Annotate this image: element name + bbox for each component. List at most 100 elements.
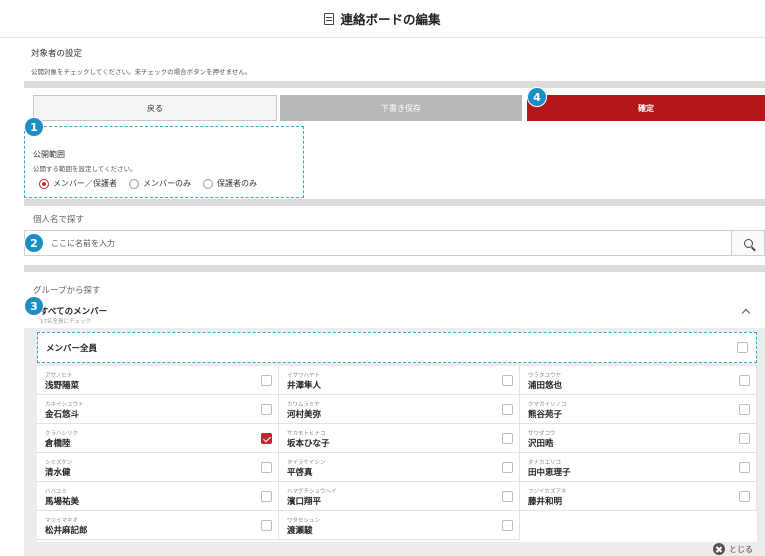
scope-option-guardians-only[interactable]: 保護者のみ [203, 178, 257, 189]
member-name: 藤井和明 [528, 497, 563, 507]
search-icon [743, 238, 753, 248]
scope-option-members-guardians[interactable]: メンバー／保護者 [39, 178, 117, 189]
member-kana: ハマグチショウヘイ [287, 489, 337, 495]
member-cell[interactable]: サカモトヒナコ 坂本ひな子 [279, 424, 520, 453]
target-settings-title: 対象者の設定 [31, 49, 83, 59]
member-checkbox[interactable] [502, 375, 513, 386]
member-kana: ワタセシュン [287, 518, 321, 524]
member-cell[interactable]: ババユミ 馬場祐美 [37, 482, 279, 511]
member-kana: マツイマキオ [45, 518, 79, 524]
member-cell[interactable]: シミズケン 清水健 [37, 453, 279, 482]
member-cell[interactable]: クラハシリク 倉橋陸 [37, 424, 279, 453]
search-by-name-label: 個人名で探す [33, 215, 85, 225]
member-kana: カワムラミヤ [287, 402, 320, 408]
select-all-members-row[interactable]: メンバー全員 [37, 332, 757, 363]
member-name: 沢田晧 [528, 439, 554, 449]
member-cell[interactable]: マツイマキオ松井麻記郎 [37, 511, 279, 540]
member-kana: ウラタユウヤ [528, 373, 562, 379]
member-kana: アサノヒナ [45, 373, 73, 379]
member-checkbox[interactable] [739, 491, 750, 502]
search-by-group-label: グループから探す [33, 286, 101, 296]
select-all-label: メンバー全員 [46, 344, 98, 354]
member-checkbox[interactable] [739, 462, 750, 473]
member-cell[interactable]: カネイシユウト金石悠斗 [37, 395, 279, 424]
name-search: ここに名前を入力 [24, 230, 765, 256]
member-cell[interactable]: サワダコウ 沢田晧 [520, 424, 757, 453]
member-checkbox[interactable] [261, 375, 272, 386]
step-badge-4: 4 [527, 87, 547, 107]
member-checkbox[interactable] [739, 375, 750, 386]
member-checkbox[interactable] [261, 520, 272, 531]
member-kana: シミズケン [45, 460, 73, 466]
member-name: 清水健 [45, 468, 71, 478]
scope-option-members-only[interactable]: メンバーのみ [129, 178, 191, 189]
back-button[interactable]: 戻る [33, 95, 277, 121]
close-link[interactable]: とじる [713, 543, 753, 555]
member-kana: クラハシリク [45, 431, 78, 437]
select-all-checkbox[interactable] [737, 342, 748, 353]
member-cell[interactable]: ワタセシュン 渡瀬駿 [279, 511, 520, 540]
member-name: 馬場祐美 [45, 497, 80, 507]
chevron-up-icon[interactable] [741, 308, 751, 318]
member-checkbox[interactable] [502, 462, 513, 473]
member-kana: サカモトヒナコ [287, 431, 326, 437]
member-checkbox[interactable] [261, 462, 272, 473]
confirm-button[interactable]: 確定 [527, 95, 765, 121]
step-badge-2: 2 [24, 233, 44, 253]
member-name: 倉橋陸 [45, 439, 71, 449]
member-cell[interactable]: ハマグチショウヘイ濱口翔平 [279, 482, 520, 511]
radio-button[interactable] [39, 178, 49, 189]
member-checkbox[interactable] [261, 491, 272, 502]
publish-scope-section: 公開範囲 公開する範囲を設定してください。 メンバー／保護者 メンバーのみ 保護… [24, 126, 304, 198]
member-name: 熊谷苑子 [528, 410, 563, 420]
member-kana: フジイカズアキ [528, 489, 567, 495]
member-kana: ババユミ [45, 489, 68, 495]
radio-button[interactable] [129, 178, 139, 189]
close-label: とじる [729, 544, 753, 554]
member-name: 金石悠斗 [45, 410, 80, 420]
member-cell[interactable]: カワムラミヤ河村美弥 [279, 395, 520, 424]
search-button[interactable] [732, 230, 765, 256]
save-draft-button[interactable]: 下書き保存 [280, 95, 522, 121]
member-name: 田中恵理子 [528, 468, 571, 478]
member-checkbox[interactable] [739, 404, 750, 415]
member-name: 浦田悠也 [528, 381, 563, 391]
group-accordion-header[interactable]: すべてのメンバー 17名全員にチェック [24, 300, 765, 328]
group-subtitle: 17名全員にチェック [40, 319, 91, 325]
member-name: 松井麻記郎 [45, 526, 88, 536]
divider-band [24, 199, 765, 206]
member-checkbox[interactable] [502, 433, 513, 444]
member-cell[interactable]: ウラタユウヤ浦田悠也 [520, 366, 757, 395]
member-name: 河村美弥 [287, 410, 322, 420]
radio-button[interactable] [203, 178, 213, 189]
member-checkbox[interactable] [502, 491, 513, 502]
member-checkbox[interactable] [502, 404, 513, 415]
member-checkbox[interactable] [261, 404, 272, 415]
page-title: 連絡ボードの編集 [340, 12, 441, 27]
member-kana: クマガイソノコ [528, 402, 567, 408]
group-name: すべてのメンバー [40, 307, 108, 317]
member-kana: カネイシユウト [45, 402, 84, 408]
member-name: 濱口翔平 [287, 497, 322, 507]
member-kana: イサワハヤト [287, 373, 320, 379]
name-search-input[interactable]: ここに名前を入力 [24, 230, 732, 256]
target-settings-description: 公開対象をチェックしてください。未チェックの場合ボタンを押せません。 [31, 68, 252, 76]
member-checkbox[interactable] [261, 433, 272, 444]
member-name: 井澤隼人 [287, 381, 322, 391]
member-cell[interactable]: タナカエリコ 田中恵理子 [520, 453, 757, 482]
step-badge-3: 3 [24, 296, 44, 316]
publish-scope-title: 公開範囲 [33, 150, 65, 159]
member-cell[interactable]: イサワハヤト井澤隼人 [279, 366, 520, 395]
member-cell[interactable]: アサノヒナ 浅野陽菜 [37, 366, 279, 395]
divider-band [24, 265, 765, 272]
action-bar: 戻る 下書き保存 確定 [24, 88, 765, 126]
member-checkbox[interactable] [502, 520, 513, 531]
publish-scope-description: 公開する範囲を設定してください。 [33, 165, 137, 173]
member-checkbox[interactable] [739, 433, 750, 444]
member-grid: アサノヒナ 浅野陽菜 イサワハヤト 井澤隼人 ウラタユウヤ 浦田悠也 カネイシユウト 金石悠斗… [37, 366, 757, 542]
page-header: 連絡ボードの編集 [0, 0, 765, 38]
member-cell[interactable]: フジイカズアキ藤井和明 [520, 482, 757, 511]
member-cell[interactable]: クマガイソノコ熊谷苑子 [520, 395, 757, 424]
member-cell[interactable]: タイラケイシン 平啓真 [279, 453, 520, 482]
member-name: 平啓真 [287, 468, 313, 478]
